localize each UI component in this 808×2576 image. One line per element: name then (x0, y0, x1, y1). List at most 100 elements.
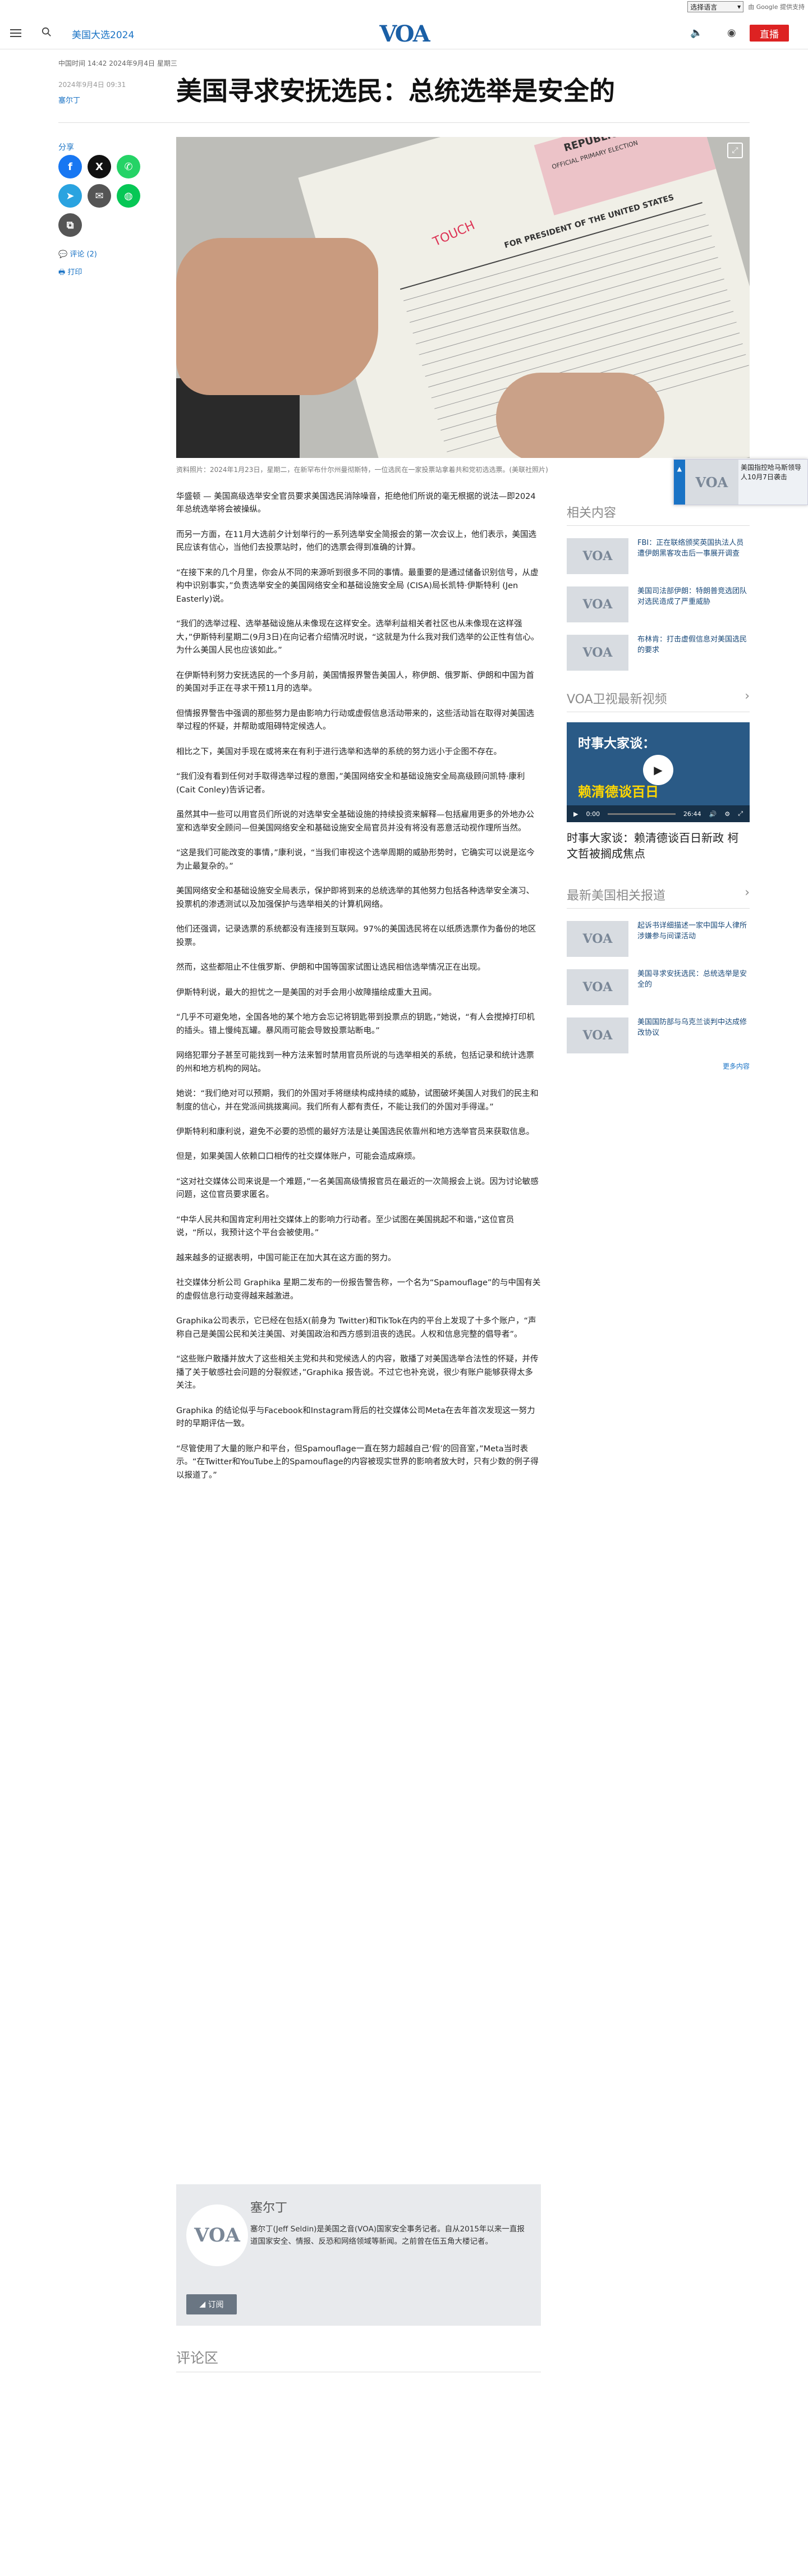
floating-related-card[interactable]: ▲ VOA 美国指控哈马斯领导人10月7日袭击 (673, 459, 808, 505)
language-bar: 选择语言 ▾ 由 Google 提供支持 (0, 0, 808, 13)
search-icon[interactable] (42, 27, 52, 37)
broadcast-icon[interactable]: ◉ (727, 27, 736, 39)
related-item[interactable]: VOA 布林肯：打击虚假信息对美国选民的要求 (567, 635, 750, 671)
related-item[interactable]: VOA 美国司法部伊朗：特朗普竞选团队对选民造成了严重威胁 (567, 586, 750, 622)
copy-link-icon[interactable]: ⧉ (58, 213, 82, 237)
facebook-share-icon[interactable]: f (58, 155, 82, 178)
share-row-2: ➤ ✉ ◍ (58, 184, 140, 208)
pin-icon: ▲ (674, 460, 685, 505)
time-current: 0:00 (586, 810, 600, 818)
author-bio: 塞尔丁(Jeff Seldin)是美国之音(VOA)国家安全事务记者。自从201… (250, 2225, 525, 2246)
chevron-right-icon: › (745, 689, 750, 703)
time-total: 26:44 (683, 810, 701, 818)
paragraph: 而另一方面，在11月大选前夕计划举行的一系列选举安全简报会的第一次会议上，他们表… (176, 530, 536, 553)
video-thumb-heading: 时事大家谈： (578, 736, 655, 751)
comments-link[interactable]: 💬 评论 (2) (58, 248, 97, 259)
paragraph: “我们的选举过程、选举基础设施从未像现在这样安全。选举利益相关者社区也从未像现在… (176, 620, 539, 656)
voa-mini-logo: VOA (695, 474, 728, 491)
telegram-share-icon[interactable]: ➤ (58, 184, 82, 208)
paragraph: 然而，这些都阻止不住俄罗斯、伊朗和中国等国家试图让选民相信选举情况正在出现。 (176, 963, 485, 973)
video-section-title[interactable]: VOA卫视最新视频 › (567, 689, 750, 712)
thumbnail: VOA (567, 1017, 628, 1053)
paragraph: “几乎不可避免地，全国各地的某个地方会忘记将钥匙带到投票点的钥匙，”她说，“有人… (176, 1013, 535, 1035)
paragraph: “这对社交媒体公司来说是一个难题，”一名美国高级情报官员在最近的一次简报会上说。… (176, 1177, 539, 1200)
voa-mini-logo: VOA (582, 932, 613, 946)
comment-icon: 💬 (58, 250, 70, 259)
play-small-icon[interactable]: ▶ (573, 810, 578, 818)
voa-logo[interactable]: VOA (375, 21, 433, 46)
site-header: 美国大选2024 VOA 🔈 ◉ 直播 (0, 17, 808, 49)
related-item[interactable]: VOA FBI：正在联络颁奖英国执法人员遭伊朗黑客攻击后一事展开调查 (567, 538, 750, 574)
author-avatar: VOA (186, 2204, 248, 2266)
latest-item[interactable]: VOA 美国国防部与乌克兰谈判中达成修改协议 (567, 1017, 750, 1053)
paragraph: 虽然其中一些可以用官员们所说的对选举安全基础设施的持续投资来解释—包括雇用更多的… (176, 810, 534, 833)
svg-text:VOA: VOA (379, 21, 430, 46)
paragraph: 网络犯罪分子甚至可能找到一种方法来暂时禁用官员所说的与选举相关的系统，包括记录和… (176, 1051, 534, 1074)
fullscreen-icon[interactable]: ⤢ (738, 810, 743, 818)
video-title[interactable]: 时事大家谈：赖清德谈百日新政 柯文哲被搁成焦点 (567, 830, 750, 861)
chevron-down-icon: ▾ (737, 3, 741, 11)
author-link[interactable]: 塞尔丁 (58, 94, 80, 105)
voa-mini-logo: VOA (582, 980, 613, 994)
thumbnail: VOA (567, 538, 628, 574)
print-link-label: 打印 (67, 268, 82, 277)
thumbnail: VOA (685, 460, 738, 505)
paragraph: 伊斯特利说，最大的担忧之一是美国的对手会用小故障描绘成重大丑闻。 (176, 988, 437, 997)
latest-item[interactable]: VOA 起诉书详细描述一家中国华人律所涉嫌参与间谍活动 (567, 921, 750, 957)
paragraph: 华盛顿 — 美国高级选举安全官员要求美国选民消除噪音，拒绝他们所说的毫无根据的说… (176, 492, 536, 515)
share-row-1: f X ✆ (58, 155, 140, 178)
related-item-title: 布林肯：打击虚假信息对美国选民的要求 (637, 635, 747, 654)
thumbnail: VOA (567, 921, 628, 957)
paragraph: “这些账户散播并放大了这些相关主党和共和党候选人的内容，散播了对美国选举合法性的… (176, 1355, 539, 1391)
ballot-stamp: TOUCH (431, 218, 478, 250)
print-link[interactable]: 🖶 打印 (58, 266, 82, 279)
author-name[interactable]: 塞尔丁 (250, 2198, 287, 2216)
language-select-value: 选择语言 (690, 3, 718, 11)
image-caption: 资料照片：2024年1月23日，星期二，在新罕布什尔州曼彻斯特，一位选民在一家投… (176, 466, 548, 474)
whatsapp-share-icon[interactable]: ✆ (117, 155, 140, 178)
voa-mini-logo: VOA (194, 2224, 240, 2247)
thumbnail: VOA (567, 586, 628, 622)
floating-card-text: 美国指控哈马斯领导人10月7日袭击 (741, 464, 802, 482)
related-item-title: FBI：正在联络颁奖英国执法人员遭伊朗黑客攻击后一事展开调查 (637, 539, 744, 558)
voa-mini-logo: VOA (582, 1028, 613, 1043)
subscribe-button[interactable]: ◢ 订阅 (186, 2294, 237, 2314)
video-player[interactable]: 时事大家谈： 赖清德谈百日 ▶ ▶ 0:00 26:44 🔊 ⚙ ⤢ (567, 722, 750, 822)
speaker-icon[interactable]: 🔈 (690, 27, 703, 39)
chevron-right-icon: › (745, 886, 750, 900)
subscribe-label: 订阅 (208, 2300, 224, 2309)
google-powered-label: 由 Google 提供支持 (748, 3, 805, 11)
dateline: 中国时间 14:42 2024年9月4日 星期三 (58, 59, 177, 67)
line-share-icon[interactable]: ◍ (117, 184, 140, 208)
progress-track[interactable] (608, 813, 676, 815)
hero-image[interactable]: REPUBLICAN OFFICIAL PRIMARY ELECTION FOR… (176, 137, 750, 458)
x-share-icon[interactable]: X (88, 155, 111, 178)
section-link[interactable]: 美国大选2024 (72, 27, 134, 41)
paragraph: “在接下来的几个月里，你会从不同的来源听到很多不同的事情。最重要的是通过储备识别… (176, 568, 539, 604)
language-select[interactable]: 选择语言 ▾ (687, 1, 744, 12)
expand-icon[interactable]: ⤢ (727, 143, 743, 158)
menu-icon[interactable] (10, 27, 21, 39)
latest-item[interactable]: VOA 美国寻求安抚选民：总统选举是安全的 (567, 969, 750, 1005)
comments-link-label: 评论 (2) (70, 250, 97, 259)
paragraph: “我们没有看到任何对手取得选举过程的意图，”美国网络安全和基础设施安全局高级顾问… (176, 772, 525, 795)
comments-section-title: 评论区 (176, 2347, 541, 2372)
paragraph: 在伊斯特利努力安抚选民的一个多月前，美国情报界警告美国人，称伊朗、俄罗斯、伊朗和… (176, 671, 534, 694)
play-icon[interactable]: ▶ (643, 755, 673, 785)
latest-section-title[interactable]: 最新美国相关报道 › (567, 886, 750, 909)
video-section: VOA卫视最新视频 › 时事大家谈： 赖清德谈百日 ▶ ▶ 0:00 26:44 … (567, 689, 750, 861)
volume-icon[interactable]: 🔊 (709, 810, 717, 818)
more-link[interactable]: 更多内容 (567, 1061, 750, 1071)
right-hand (496, 373, 664, 458)
related-section: 相关内容 VOA FBI：正在联络颁奖英国执法人员遭伊朗黑客攻击后一事展开调查 V… (567, 503, 750, 671)
settings-icon[interactable]: ⚙ (724, 810, 730, 818)
video-thumb-subtitle: 赖清德谈百日 (578, 784, 659, 800)
email-share-icon[interactable]: ✉ (88, 184, 111, 208)
paragraph: 社交媒体分析公司 Graphika 星期二发布的一份报告警告称，一个名为“Spa… (176, 1278, 541, 1301)
paragraph: “这是我们可能改变的事情，”康利说，“当我们审视这个选举周期的威胁形势时，它确实… (176, 849, 535, 871)
live-button[interactable]: 直播 (750, 25, 789, 42)
left-hand (176, 238, 378, 395)
rss-icon: ◢ (199, 2300, 208, 2309)
print-icon: 🖶 (58, 268, 68, 277)
paragraph: Graphika公司表示，它已经在包括X(前身为 Twitter)和TikTok… (176, 1317, 536, 1339)
